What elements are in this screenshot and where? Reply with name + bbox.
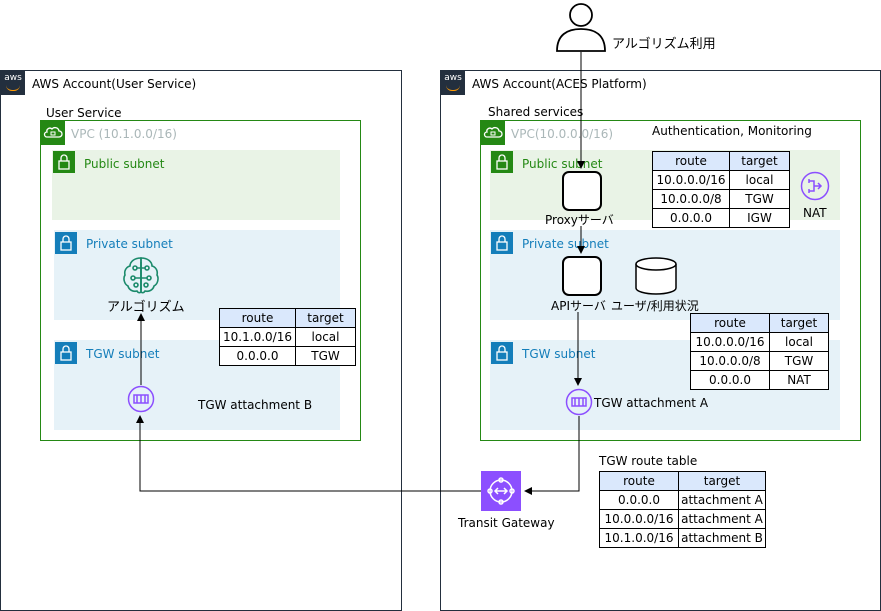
arrow-tgw-to-attachment-b	[136, 415, 481, 492]
connectors	[136, 52, 585, 495]
arrow-attachment-a-to-tgw	[524, 416, 580, 495]
